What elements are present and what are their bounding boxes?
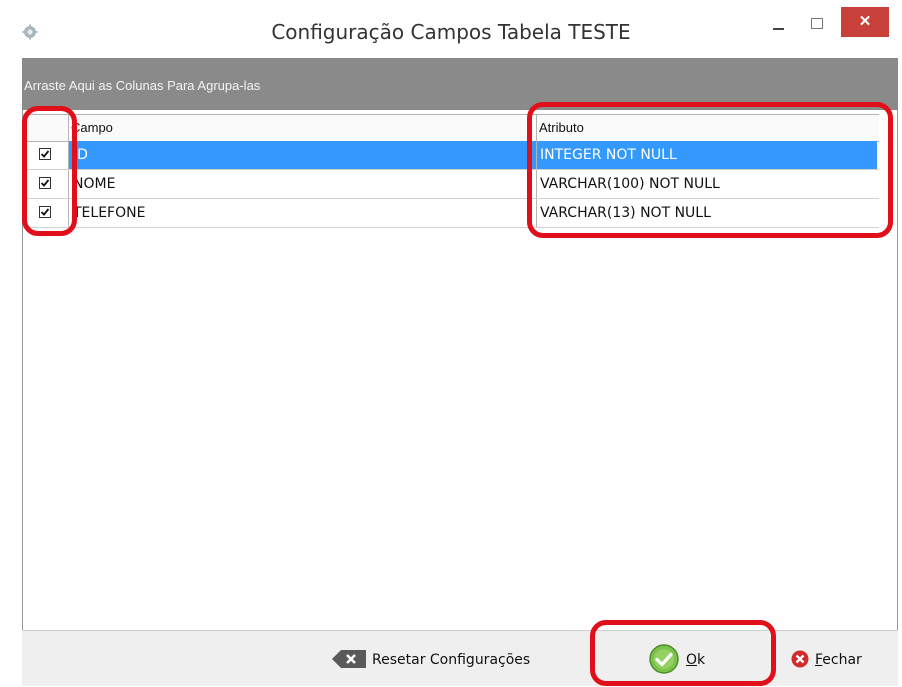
minimize-button[interactable]: [768, 14, 790, 34]
close-button[interactable]: Fechar: [787, 631, 897, 687]
cell-campo[interactable]: ID: [69, 141, 537, 169]
annotation-ok-button: [590, 620, 776, 686]
window-title: Configuração Campos Tabela TESTE: [271, 20, 631, 44]
close-label: Fechar: [815, 652, 862, 668]
annotation-checkbox-column: [22, 106, 77, 236]
clear-icon: [332, 650, 366, 672]
reset-settings-label: Resetar Configurações: [372, 652, 531, 668]
cell-campo[interactable]: NOME: [69, 170, 537, 198]
dialog-window: Configuração Campos Tabela TESTE ✕ Arras…: [0, 0, 902, 686]
close-window-button[interactable]: ✕: [841, 7, 889, 37]
cell-campo[interactable]: TELEFONE: [69, 199, 537, 227]
close-icon: ✕: [858, 13, 872, 30]
annotation-atributo-column: [527, 102, 893, 238]
close-circle-icon: [791, 650, 809, 672]
group-by-hint: Arraste Aqui as Colunas Para Agrupa-las: [24, 78, 261, 93]
maximize-button[interactable]: [805, 14, 827, 34]
reset-settings-button[interactable]: Resetar Configurações: [327, 631, 557, 687]
title-bar[interactable]: Configuração Campos Tabela TESTE ✕: [0, 0, 902, 50]
column-header-campo[interactable]: Campo: [69, 115, 537, 141]
